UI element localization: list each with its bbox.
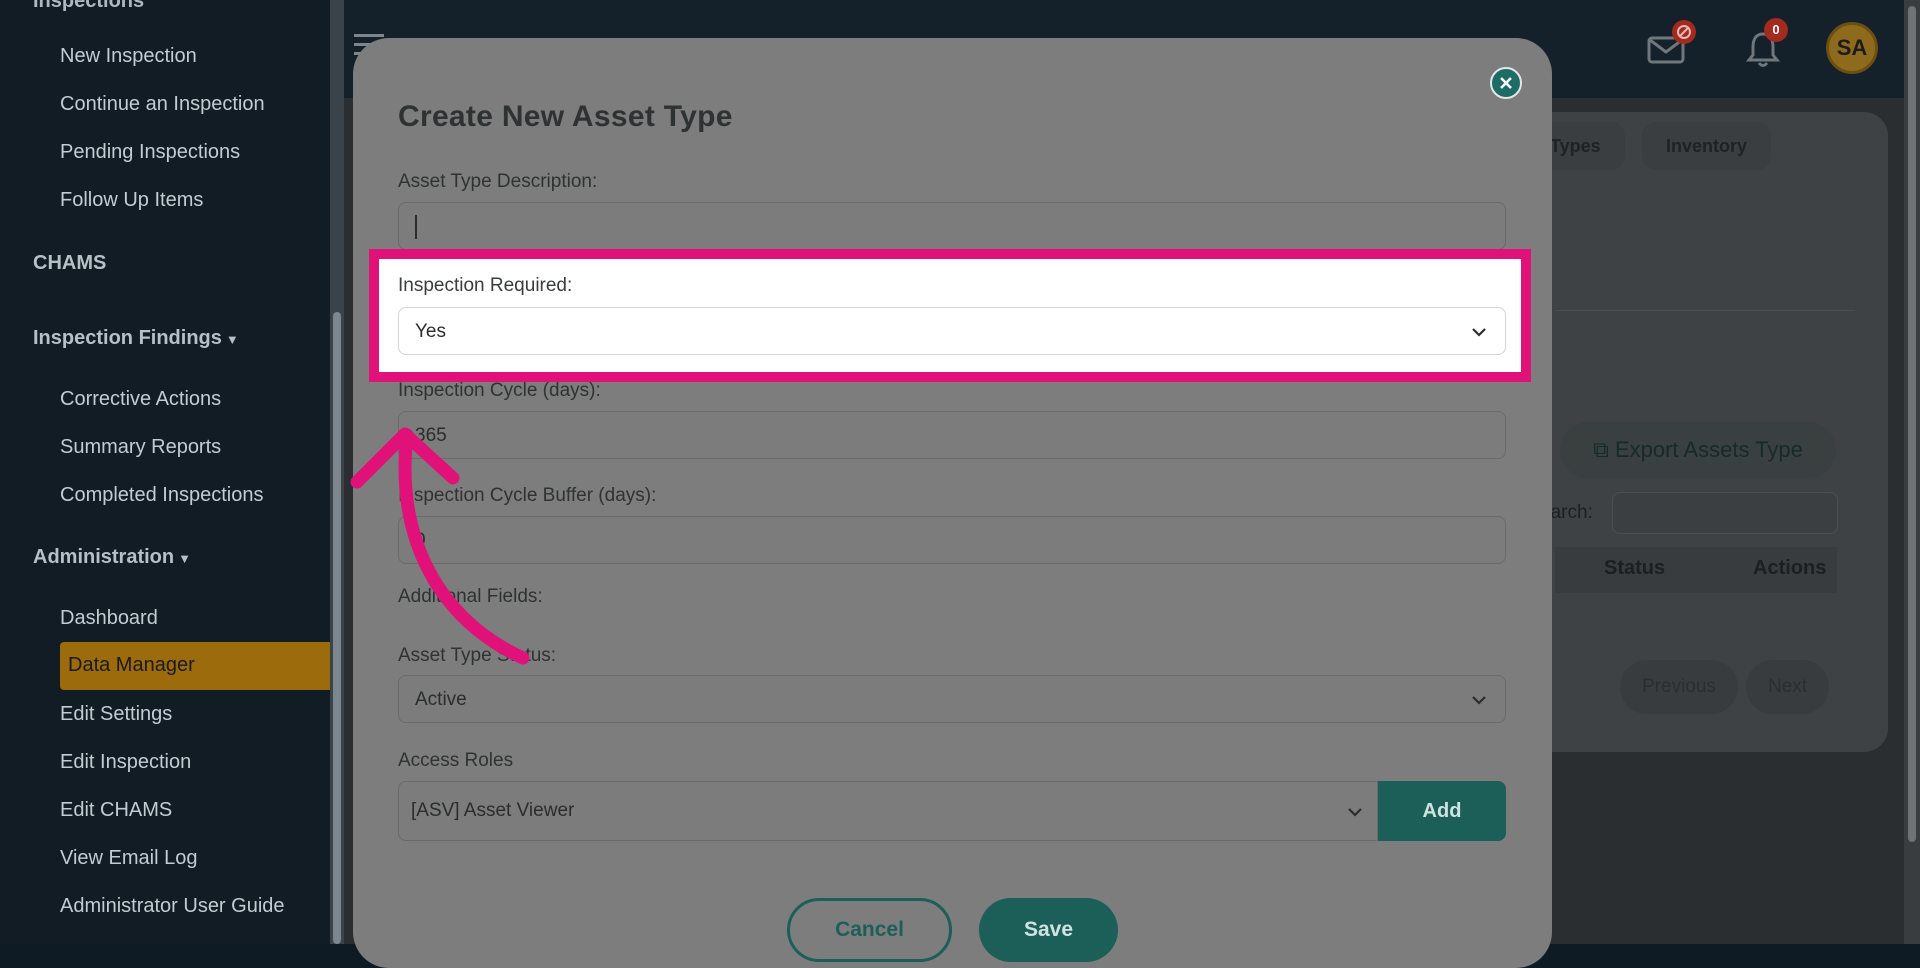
chevron-down-icon xyxy=(1472,696,1486,705)
chevron-down-icon xyxy=(1472,328,1486,337)
modal-title: Create New Asset Type xyxy=(398,100,733,133)
caret-down-icon: ▼ xyxy=(178,551,191,566)
sidebar-item-new-inspection[interactable]: New Inspection xyxy=(60,45,197,68)
sidebar-item-summary-reports[interactable]: Summary Reports xyxy=(60,436,221,459)
user-avatar[interactable]: SA xyxy=(1826,22,1878,74)
sidebar-item-pending-inspections[interactable]: Pending Inspections xyxy=(60,141,240,164)
mail-badge xyxy=(1672,20,1696,44)
sidebar-section-label: Inspection Findings xyxy=(33,327,222,349)
sidebar-item-view-email-log[interactable]: View Email Log xyxy=(60,847,197,870)
sidebar-item-completed-inspections[interactable]: Completed Inspections xyxy=(60,484,263,507)
cancel-button[interactable]: Cancel xyxy=(787,898,952,962)
access-role-select[interactable]: [ASV] Asset Viewer xyxy=(398,781,1378,841)
cycle-label: Inspection Cycle (days): xyxy=(398,380,601,401)
sidebar-item-label: Data Manager xyxy=(68,654,195,676)
caret-down-icon: ▼ xyxy=(225,332,239,347)
close-icon xyxy=(1500,77,1512,89)
sidebar-item-corrective-actions[interactable]: Corrective Actions xyxy=(60,388,221,411)
column-status[interactable]: Status xyxy=(1604,557,1665,580)
sidebar-item-edit-chams[interactable]: Edit CHAMS xyxy=(60,799,172,822)
chevron-down-icon xyxy=(1348,808,1362,817)
sidebar: Inspections New Inspection Continue an I… xyxy=(0,0,330,944)
export-label: Export Assets Type xyxy=(1614,437,1803,462)
export-icon: ⧉ xyxy=(1593,437,1609,462)
sidebar-heading-inspections: Inspections xyxy=(33,0,145,12)
notification-badge: 0 xyxy=(1764,18,1788,42)
save-button[interactable]: Save xyxy=(979,898,1118,962)
add-role-button[interactable]: Add xyxy=(1378,781,1506,841)
sidebar-item-edit-settings[interactable]: Edit Settings xyxy=(60,703,172,726)
sidebar-item-follow-up-items[interactable]: Follow Up Items xyxy=(60,189,203,212)
sidebar-section-inspection-findings[interactable]: Inspection Findings ▼ xyxy=(33,327,239,350)
tab-inventory[interactable]: Inventory xyxy=(1642,122,1772,170)
inspection-required-select[interactable]: Yes xyxy=(398,307,1506,355)
annotation-arrow-icon xyxy=(350,427,530,665)
access-roles-label: Access Roles xyxy=(398,750,514,771)
previous-button[interactable]: Previous xyxy=(1620,660,1738,714)
sidebar-item-edit-inspection[interactable]: Edit Inspection xyxy=(60,751,191,774)
description-input[interactable] xyxy=(398,202,1506,250)
divider xyxy=(1555,310,1855,311)
search-input[interactable] xyxy=(1612,492,1838,534)
sidebar-scrollbar-thumb[interactable] xyxy=(333,312,341,944)
text-cursor xyxy=(415,215,417,239)
export-assets-type-button[interactable]: ⧉ Export Assets Type xyxy=(1560,422,1836,478)
column-actions[interactable]: Actions xyxy=(1753,557,1826,580)
status-value: Active xyxy=(415,689,467,710)
sidebar-section-label: Administration xyxy=(33,546,175,568)
inspection-required-value: Yes xyxy=(415,321,446,342)
sidebar-item-data-manager[interactable]: Data Manager xyxy=(60,642,330,690)
description-label: Asset Type Description: xyxy=(398,171,598,192)
access-role-value: [ASV] Asset Viewer xyxy=(411,800,575,821)
status-select[interactable]: Active xyxy=(398,675,1506,723)
sidebar-item-continue-inspection[interactable]: Continue an Inspection xyxy=(60,93,265,116)
sidebar-item-admin-user-guide[interactable]: Administrator User Guide xyxy=(60,895,285,918)
sidebar-item-dashboard[interactable]: Dashboard xyxy=(60,607,158,630)
page-scrollbar-thumb[interactable] xyxy=(1908,6,1916,842)
next-button[interactable]: Next xyxy=(1746,660,1830,714)
inspection-required-label: Inspection Required: xyxy=(398,275,573,296)
close-modal-button[interactable] xyxy=(1490,67,1522,99)
sidebar-section-administration[interactable]: Administration ▼ xyxy=(33,546,191,569)
sidebar-section-chams[interactable]: CHAMS xyxy=(33,252,106,275)
